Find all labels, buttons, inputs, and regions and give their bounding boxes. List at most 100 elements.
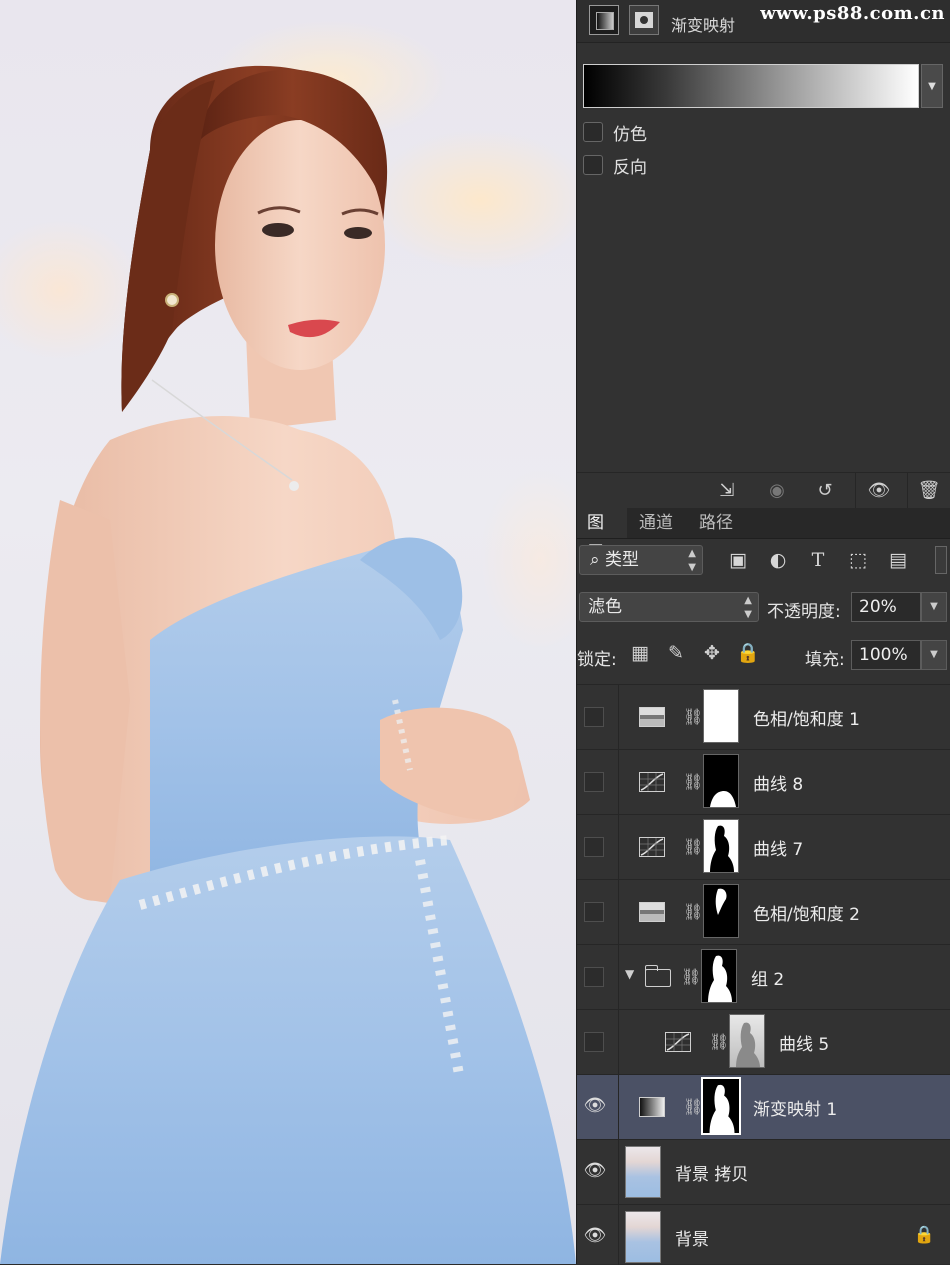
- filter-shape-icon[interactable]: ⬚: [845, 548, 871, 572]
- lock-position-move-icon[interactable]: ✥: [699, 640, 725, 666]
- link-icon[interactable]: ⛓: [683, 900, 703, 924]
- filter-type-icon[interactable]: T: [805, 548, 831, 572]
- opacity-field[interactable]: 20%: [851, 592, 921, 622]
- visibility-toggle[interactable]: [584, 772, 604, 792]
- reset-icon: ↺: [817, 480, 833, 501]
- visibility-toggle[interactable]: [584, 1032, 604, 1052]
- fill-dropdown[interactable]: ▼: [921, 640, 947, 670]
- filter-adjustment-icon[interactable]: ◐: [765, 548, 791, 572]
- reverse-option[interactable]: 反向: [583, 153, 647, 178]
- layer-thumbnail[interactable]: [625, 1146, 661, 1198]
- lock-row: 锁定: ▦ ✎ ✥ 🔒 填充: 100% ▼: [577, 636, 950, 672]
- hue-saturation-icon: [639, 902, 665, 922]
- link-icon[interactable]: ⛓: [709, 1030, 729, 1054]
- link-icon[interactable]: ⛓: [683, 835, 703, 859]
- delete-adjustment-button[interactable]: 🗑: [911, 477, 947, 505]
- dither-label: 仿色: [613, 124, 647, 145]
- link-icon[interactable]: ⛓: [681, 965, 701, 989]
- eye-icon[interactable]: 👁: [582, 1095, 608, 1117]
- dither-checkbox[interactable]: [583, 122, 603, 142]
- visibility-toggle[interactable]: [584, 902, 604, 922]
- filter-toggle-switch[interactable]: [935, 546, 947, 574]
- curves-icon: [665, 1032, 691, 1052]
- link-icon[interactable]: ⛓: [683, 1095, 703, 1119]
- blend-mode-select[interactable]: 滤色 ▲ ▼: [579, 592, 759, 622]
- layer-row[interactable]: 👁 背景 拷贝: [577, 1139, 950, 1204]
- dither-option[interactable]: 仿色: [583, 120, 647, 145]
- eye-icon[interactable]: 👁: [582, 1225, 608, 1247]
- chevron-down-icon: ▼: [928, 81, 936, 92]
- stepper-arrows-icon: ▲ ▼: [688, 548, 696, 573]
- tab-paths[interactable]: 路径: [689, 508, 743, 538]
- view-previous-button[interactable]: ◉: [759, 477, 795, 505]
- lock-all-icon[interactable]: 🔒: [735, 640, 761, 666]
- curves-icon: [639, 772, 665, 792]
- layer-mask-thumbnail[interactable]: [703, 689, 739, 743]
- visibility-toggle[interactable]: [584, 837, 604, 857]
- link-icon[interactable]: ⛓: [683, 705, 703, 729]
- visibility-toggle[interactable]: [584, 967, 604, 987]
- filter-kind-select[interactable]: ⌕ 类型 ▲ ▼: [579, 545, 703, 575]
- mask-properties-icon[interactable]: [629, 5, 659, 35]
- layer-row[interactable]: ⛓ 色相/饱和度 1: [577, 684, 950, 749]
- fill-field[interactable]: 100%: [851, 640, 921, 670]
- visibility-cell[interactable]: [577, 945, 619, 1009]
- layer-row[interactable]: ⛓ 曲线 8: [577, 749, 950, 814]
- opacity-dropdown[interactable]: ▼: [921, 592, 947, 622]
- visibility-cell[interactable]: 👁: [577, 1205, 619, 1265]
- gradient-map-adjustment-icon[interactable]: [589, 5, 619, 35]
- visibility-cell[interactable]: [577, 750, 619, 814]
- layer-name[interactable]: 背景: [675, 1225, 709, 1250]
- tab-channels[interactable]: 通道: [629, 508, 683, 538]
- layer-mask-thumbnail[interactable]: [703, 819, 739, 873]
- blend-row: 滤色 ▲ ▼ 不透明度: 20% ▼: [577, 588, 950, 624]
- visibility-cell[interactable]: [577, 685, 619, 749]
- reverse-checkbox[interactable]: [583, 155, 603, 175]
- document-canvas[interactable]: [0, 0, 576, 1264]
- filter-pixel-icon[interactable]: ▣: [725, 548, 751, 572]
- layer-mask-thumbnail[interactable]: [729, 1014, 765, 1068]
- search-icon: ⌕: [590, 550, 600, 570]
- expand-triangle-icon[interactable]: ▼: [625, 967, 634, 981]
- gradient-dropdown-button[interactable]: ▼: [921, 64, 943, 108]
- gradient-preview[interactable]: [583, 64, 919, 108]
- visibility-cell[interactable]: 👁: [577, 1075, 619, 1139]
- layers-list: ⛓ 色相/饱和度 1 ⛓ 曲线 8 ⛓ 曲线 7 ⛓ 色相/饱和度 2 ▼ ⛓ …: [577, 684, 950, 1265]
- layer-name[interactable]: 组 2: [751, 965, 784, 990]
- toggle-visibility-button[interactable]: 👁: [861, 477, 897, 505]
- visibility-cell[interactable]: [577, 1010, 619, 1074]
- lock-pixels-brush-icon[interactable]: ✎: [663, 640, 689, 666]
- filter-smart-object-icon[interactable]: ▤: [885, 548, 911, 572]
- visibility-cell[interactable]: [577, 815, 619, 879]
- layer-row[interactable]: ⛓ 色相/饱和度 2: [577, 879, 950, 944]
- tab-layers[interactable]: 图层: [577, 508, 627, 563]
- layer-name[interactable]: 色相/饱和度 1: [753, 705, 860, 730]
- clip-to-layer-button[interactable]: ⇲: [709, 477, 745, 505]
- layer-thumbnail[interactable]: [625, 1211, 661, 1263]
- layer-row[interactable]: 👁 背景 🔒: [577, 1204, 950, 1265]
- visibility-cell[interactable]: 👁: [577, 1140, 619, 1204]
- reset-button[interactable]: ↺: [807, 477, 843, 505]
- eye-icon[interactable]: 👁: [582, 1160, 608, 1182]
- link-icon[interactable]: ⛓: [683, 770, 703, 794]
- layer-mask-thumbnail[interactable]: [703, 884, 739, 938]
- visibility-toggle[interactable]: [584, 707, 604, 727]
- visibility-cell[interactable]: [577, 880, 619, 944]
- layer-row[interactable]: ⛓ 曲线 5: [577, 1009, 950, 1074]
- layer-name[interactable]: 背景 拷贝: [675, 1160, 748, 1185]
- layer-mask-thumbnail[interactable]: [701, 1077, 741, 1135]
- layer-row-selected[interactable]: 👁 ⛓ 渐变映射 1: [577, 1074, 950, 1139]
- group-mask-thumbnail[interactable]: [701, 949, 737, 1003]
- stepper-arrows-icon: ▲ ▼: [744, 595, 752, 620]
- layer-name[interactable]: 渐变映射 1: [753, 1095, 837, 1120]
- layer-group-row[interactable]: ▼ ⛓ 组 2: [577, 944, 950, 1009]
- curves-icon: [639, 837, 665, 857]
- layer-name[interactable]: 曲线 7: [753, 835, 803, 860]
- layer-name[interactable]: 曲线 5: [779, 1030, 829, 1055]
- eye-toggle-icon: ◉: [769, 480, 785, 501]
- layer-name[interactable]: 色相/饱和度 2: [753, 900, 860, 925]
- layer-name[interactable]: 曲线 8: [753, 770, 803, 795]
- layer-mask-thumbnail[interactable]: [703, 754, 739, 808]
- lock-transparency-icon[interactable]: ▦: [627, 640, 653, 666]
- layer-row[interactable]: ⛓ 曲线 7: [577, 814, 950, 879]
